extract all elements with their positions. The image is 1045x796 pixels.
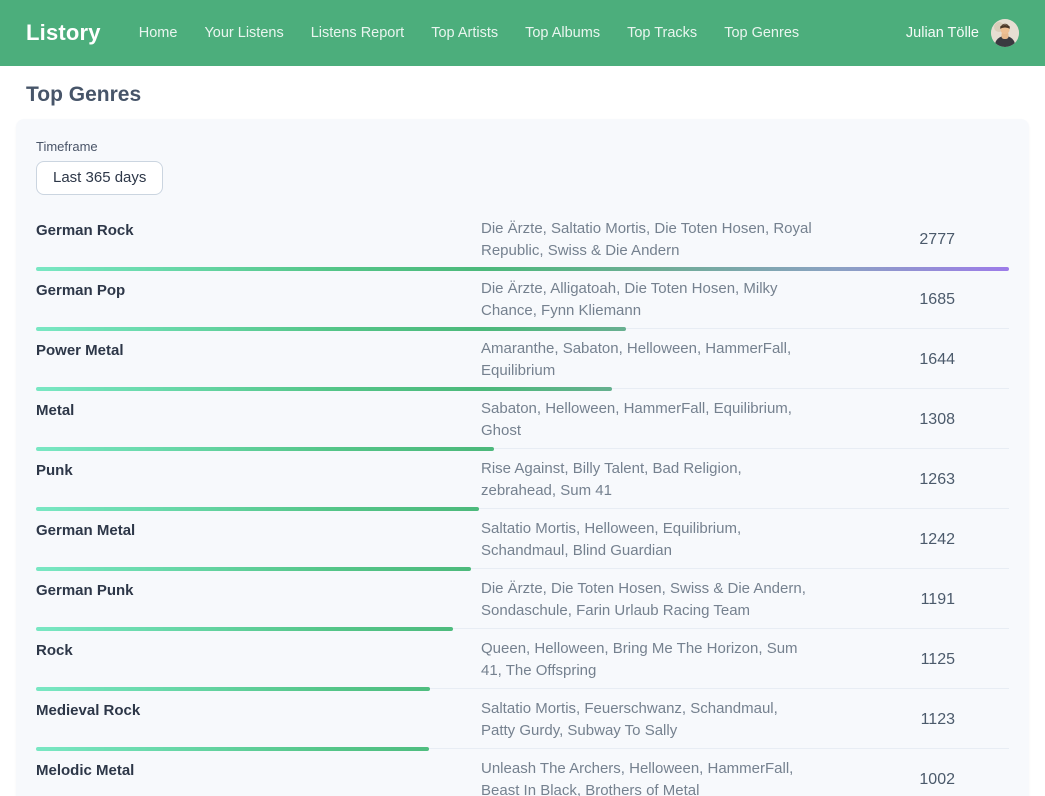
timeframe-label: Timeframe bbox=[36, 139, 1009, 154]
genre-name: Power Metal bbox=[36, 338, 481, 381]
nav-item-top-tracks[interactable]: Top Tracks bbox=[627, 25, 697, 41]
genre-name: German Metal bbox=[36, 518, 481, 561]
listen-count: 1644 bbox=[812, 351, 1009, 369]
genre-row: Medieval Rock Saltatio Mortis, Feuerschw… bbox=[36, 692, 1009, 752]
nav-item-top-albums[interactable]: Top Albums bbox=[525, 25, 600, 41]
genre-row: Melodic Metal Unleash The Archers, Hello… bbox=[36, 752, 1009, 796]
genre-row: Punk Rise Against, Billy Talent, Bad Rel… bbox=[36, 452, 1009, 512]
genre-artists: Sabaton, Helloween, HammerFall, Equilibr… bbox=[481, 398, 812, 441]
genre-row: Rock Queen, Helloween, Bring Me The Hori… bbox=[36, 632, 1009, 692]
listen-count: 1685 bbox=[812, 291, 1009, 309]
genre-artists: Queen, Helloween, Bring Me The Horizon, … bbox=[481, 638, 812, 681]
genre-row: Power Metal Amaranthe, Sabaton, Hellowee… bbox=[36, 332, 1009, 392]
listen-count: 1263 bbox=[812, 471, 1009, 489]
genre-row: Metal Sabaton, Helloween, HammerFall, Eq… bbox=[36, 392, 1009, 452]
genre-name: German Punk bbox=[36, 578, 481, 621]
timeframe-select[interactable]: Last 365 days bbox=[36, 161, 163, 195]
main-nav: Home Your Listens Listens Report Top Art… bbox=[139, 25, 799, 41]
genre-table: German Rock Die Ärzte, Saltatio Mortis, … bbox=[36, 212, 1009, 796]
listen-count: 1191 bbox=[812, 591, 1009, 609]
listen-count: 2777 bbox=[812, 231, 1009, 249]
listen-count: 1002 bbox=[812, 771, 1009, 789]
genre-row: German Pop Die Ärzte, Alligatoah, Die To… bbox=[36, 272, 1009, 332]
listen-count: 1242 bbox=[812, 531, 1009, 549]
genre-bar bbox=[36, 327, 626, 331]
nav-item-listens-report[interactable]: Listens Report bbox=[311, 25, 405, 41]
genre-row: German Punk Die Ärzte, Die Toten Hosen, … bbox=[36, 572, 1009, 632]
genre-bar bbox=[36, 507, 479, 511]
genre-artists: Saltatio Mortis, Feuerschwanz, Schandmau… bbox=[481, 698, 812, 741]
genre-row: German Metal Saltatio Mortis, Helloween,… bbox=[36, 512, 1009, 572]
genre-name: Punk bbox=[36, 458, 481, 501]
nav-item-home[interactable]: Home bbox=[139, 25, 178, 41]
genre-name: German Pop bbox=[36, 278, 481, 321]
genre-row: German Rock Die Ärzte, Saltatio Mortis, … bbox=[36, 212, 1009, 272]
nav-item-top-artists[interactable]: Top Artists bbox=[431, 25, 498, 41]
genre-bar bbox=[36, 387, 612, 391]
app-logo[interactable]: Listory bbox=[26, 20, 101, 46]
listen-count: 1123 bbox=[812, 711, 1009, 729]
genre-artists: Rise Against, Billy Talent, Bad Religion… bbox=[481, 458, 812, 501]
genre-bar bbox=[36, 687, 430, 691]
genre-bar bbox=[36, 627, 453, 631]
genre-artists: Amaranthe, Sabaton, Helloween, HammerFal… bbox=[481, 338, 812, 381]
genre-bar bbox=[36, 747, 429, 751]
listen-count: 1125 bbox=[812, 651, 1009, 669]
genre-name: German Rock bbox=[36, 218, 481, 261]
user-menu[interactable]: Julian Tölle bbox=[906, 19, 1019, 47]
main-content: Top Genres Timeframe Last 365 days Germa… bbox=[0, 83, 1045, 796]
genre-bar bbox=[36, 567, 471, 571]
top-genres-card: Timeframe Last 365 days German Rock Die … bbox=[16, 119, 1029, 796]
genre-name: Medieval Rock bbox=[36, 698, 481, 741]
nav-item-top-genres[interactable]: Top Genres bbox=[724, 25, 799, 41]
genre-bar bbox=[36, 447, 494, 451]
genre-artists: Die Ärzte, Saltatio Mortis, Die Toten Ho… bbox=[481, 218, 812, 261]
genre-artists: Unleash The Archers, Helloween, HammerFa… bbox=[481, 758, 812, 796]
user-avatar[interactable] bbox=[991, 19, 1019, 47]
nav-item-your-listens[interactable]: Your Listens bbox=[204, 25, 283, 41]
genre-name: Rock bbox=[36, 638, 481, 681]
top-navbar: Listory Home Your Listens Listens Report… bbox=[0, 0, 1045, 66]
user-name: Julian Tölle bbox=[906, 25, 979, 41]
genre-artists: Die Ärzte, Die Toten Hosen, Swiss & Die … bbox=[481, 578, 812, 621]
genre-artists: Saltatio Mortis, Helloween, Equilibrium,… bbox=[481, 518, 812, 561]
genre-bar bbox=[36, 267, 1009, 271]
genre-artists: Die Ärzte, Alligatoah, Die Toten Hosen, … bbox=[481, 278, 812, 321]
listen-count: 1308 bbox=[812, 411, 1009, 429]
genre-name: Metal bbox=[36, 398, 481, 441]
genre-name: Melodic Metal bbox=[36, 758, 481, 796]
page-title: Top Genres bbox=[26, 83, 1029, 107]
